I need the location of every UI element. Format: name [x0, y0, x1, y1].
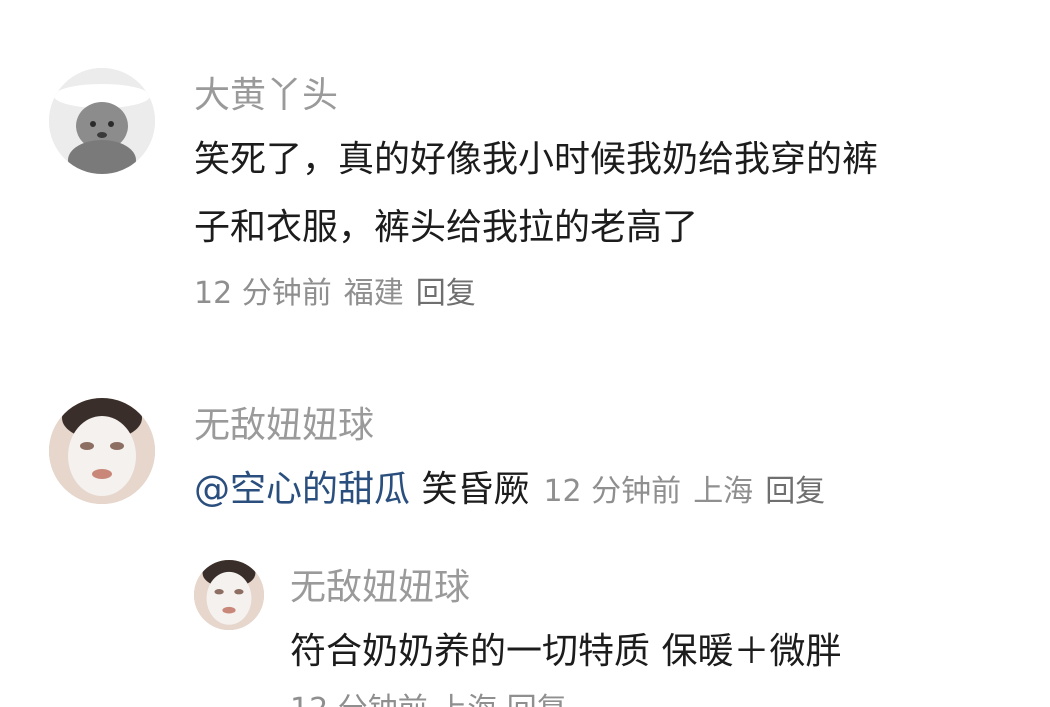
location: 上海: [693, 474, 754, 509]
username[interactable]: 无敌妞妞球: [194, 404, 374, 448]
face-mask-avatar-icon: [194, 560, 264, 630]
username[interactable]: 无敌妞妞球: [290, 566, 470, 610]
avatar-dahuang[interactable]: [49, 68, 155, 174]
timestamp: 12 分钟前: [194, 276, 332, 311]
mention-link[interactable]: @空心的甜瓜: [194, 469, 410, 510]
comment-thread: 大黄丫头 笑死了，真的好像我小时候我奶给我穿的裤 子和衣服，裤头给我拉的老高了 …: [0, 0, 1050, 707]
reply-button[interactable]: 回复: [765, 474, 825, 509]
comment-text-line: 子和衣服，裤头给我拉的老高了: [194, 207, 699, 248]
avatar-wudi[interactable]: [49, 398, 155, 504]
comment-text-line: 符合奶奶养的一切特质 保暖＋微胖: [290, 631, 842, 672]
timestamp: 12 分钟前: [543, 474, 682, 509]
avatar-wudi-reply[interactable]: [194, 560, 264, 630]
comment-meta-cropped: 12 分钟前 上海 回复: [290, 690, 567, 707]
comment-text-line: 笑死了，真的好像我小时候我奶给我穿的裤: [194, 139, 879, 180]
username[interactable]: 大黄丫头: [194, 74, 338, 118]
reply-button[interactable]: 回复: [416, 276, 476, 311]
comment-text-line: @空心的甜瓜 笑昏厥 12 分钟前 上海 回复: [194, 460, 837, 522]
cat-avatar-icon: [49, 68, 155, 174]
comment-text: 笑昏厥: [410, 469, 530, 510]
face-mask-avatar-icon: [49, 398, 155, 504]
location: 福建: [343, 276, 404, 311]
comment-meta: 12 分钟前 上海 回复: [543, 474, 837, 509]
comment-meta: 12 分钟前 福建 回复: [194, 274, 488, 314]
